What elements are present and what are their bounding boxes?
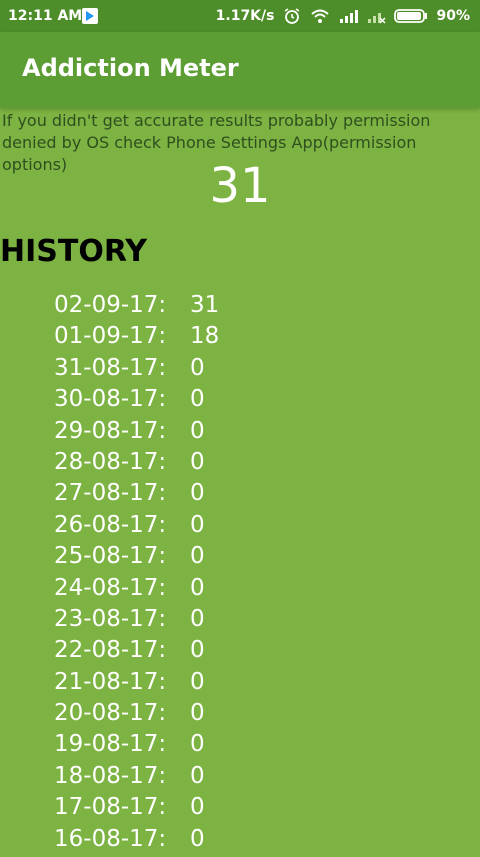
history-row: 26-08-17: 0 [54, 512, 219, 543]
history-row: 21-08-17: 0 [54, 669, 219, 700]
history-row: 24-08-17: 0 [54, 575, 219, 606]
wifi-icon [311, 9, 330, 23]
history-value: 0 [190, 511, 205, 538]
history-date: 20-08-17: [54, 700, 167, 727]
app-bar: Addiction Meter [0, 32, 480, 108]
history-date: 01-09-17: [54, 323, 167, 350]
history-value: 0 [190, 354, 205, 381]
history-title: HISTORY [0, 234, 148, 269]
history-value: 0 [190, 700, 205, 727]
history-date: 30-08-17: [54, 386, 167, 413]
history-row: 20-08-17: 0 [54, 700, 219, 731]
alarm-icon [285, 8, 300, 24]
history-date: 25-08-17: [54, 543, 167, 570]
status-time: 12:11 AM [8, 8, 83, 24]
history-list: 02-09-17: 31 01-09-17: 18 31-08-17: 0 30-08-17… [54, 292, 219, 857]
history-value: 31 [190, 292, 220, 318]
history-row: 31-08-17: 0 [54, 355, 219, 386]
play-store-icon [82, 8, 98, 24]
history-date: 22-08-17: [54, 637, 167, 664]
history-row: 01-09-17: 18 [54, 323, 219, 354]
history-row: 18-08-17: 0 [54, 763, 219, 794]
history-row: 16-08-17: 0 [54, 826, 219, 857]
history-date: 21-08-17: [54, 668, 167, 695]
battery-icon [394, 9, 428, 23]
signal-icon [340, 10, 359, 23]
history-date: 16-08-17: [54, 825, 167, 852]
history-value: 0 [190, 668, 205, 695]
history-date: 29-08-17: [54, 417, 167, 444]
history-row: 25-08-17: 0 [54, 543, 219, 574]
status-bar: 12:11 AM 1.17K/s 90% [0, 0, 480, 32]
history-date: 19-08-17: [54, 731, 167, 758]
history-value: 0 [190, 448, 205, 475]
history-date: 24-08-17: [54, 574, 167, 601]
history-value: 0 [190, 762, 205, 789]
usage-count: 31 [209, 158, 271, 214]
history-value: 0 [190, 574, 205, 601]
history-value: 0 [190, 480, 205, 507]
history-row: 17-08-17: 0 [54, 794, 219, 825]
history-date: 28-08-17: [54, 448, 167, 475]
battery-percent: 90% [436, 8, 470, 24]
history-date: 27-08-17: [54, 480, 167, 507]
history-value: 0 [190, 794, 205, 821]
history-row: 27-08-17: 0 [54, 480, 219, 511]
history-value: 0 [190, 731, 205, 758]
history-value: 0 [190, 605, 205, 632]
status-icons: 1.17K/s 90% [216, 8, 470, 24]
history-date: 26-08-17: [54, 511, 167, 538]
history-value: 0 [190, 637, 205, 664]
history-row: 19-08-17: 0 [54, 731, 219, 762]
history-value: 18 [190, 323, 220, 350]
history-value: 0 [190, 417, 205, 444]
app-title: Addiction Meter [22, 54, 239, 82]
network-speed: 1.17K/s [215, 8, 275, 24]
history-row: 02-09-17: 31 [54, 292, 219, 323]
history-value: 0 [190, 386, 205, 413]
history-row: 28-08-17: 0 [54, 449, 219, 480]
history-date: 31-08-17: [54, 354, 167, 381]
history-row: 30-08-17: 0 [54, 386, 219, 417]
history-date: 02-09-17: [54, 292, 167, 318]
history-date: 17-08-17: [54, 794, 167, 821]
history-row: 29-08-17: 0 [54, 418, 219, 449]
history-date: 23-08-17: [54, 605, 167, 632]
history-value: 0 [190, 825, 205, 852]
history-date: 18-08-17: [54, 762, 167, 789]
history-row: 23-08-17: 0 [54, 606, 219, 637]
history-value: 0 [190, 543, 205, 570]
signal-x-icon [368, 13, 387, 24]
history-row: 22-08-17: 0 [54, 637, 219, 668]
